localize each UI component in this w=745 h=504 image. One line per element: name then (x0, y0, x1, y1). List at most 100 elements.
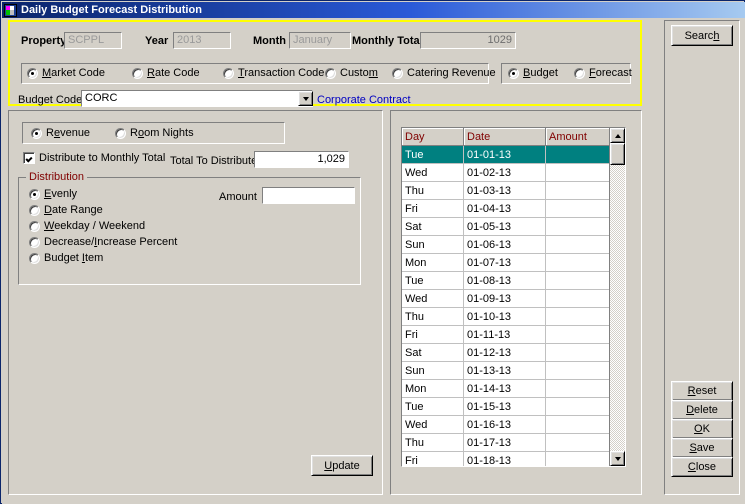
cell-date[interactable]: 01-09-13 (464, 290, 546, 308)
cell-date[interactable]: 01-18-13 (464, 452, 546, 467)
table-row[interactable]: Thu01-10-13 (402, 308, 611, 326)
cell-date[interactable]: 01-16-13 (464, 416, 546, 434)
cell-day[interactable]: Thu (402, 434, 464, 452)
cell-day[interactable]: Mon (402, 380, 464, 398)
scroll-down-button[interactable] (610, 451, 625, 466)
cell-amount[interactable] (546, 362, 612, 380)
table-row[interactable]: Tue01-01-13 (402, 146, 611, 164)
search-button[interactable]: Search (671, 25, 733, 46)
table-row[interactable]: Sat01-05-13 (402, 218, 611, 236)
cell-day[interactable]: Sun (402, 236, 464, 254)
cell-day[interactable]: Tue (402, 146, 464, 164)
scrollbar-thumb[interactable] (610, 143, 625, 165)
property-field[interactable]: SCPPL (64, 32, 122, 49)
cell-amount[interactable] (546, 434, 612, 452)
radio-budget-item[interactable]: Budget Item (29, 252, 103, 264)
cell-date[interactable]: 01-14-13 (464, 380, 546, 398)
cell-date[interactable]: 01-03-13 (464, 182, 546, 200)
cell-date[interactable]: 01-08-13 (464, 272, 546, 290)
cell-amount[interactable] (546, 272, 612, 290)
update-button[interactable]: Update (311, 455, 373, 476)
cell-amount[interactable] (546, 416, 612, 434)
daily-amounts-grid[interactable]: Day Date Amount Tue01-01-13Wed01-02-13Th… (401, 127, 626, 467)
cell-amount[interactable] (546, 164, 612, 182)
cell-amount[interactable] (546, 380, 612, 398)
table-row[interactable]: Wed01-02-13 (402, 164, 611, 182)
cell-day[interactable]: Tue (402, 272, 464, 290)
table-row[interactable]: Thu01-03-13 (402, 182, 611, 200)
cell-day[interactable]: Fri (402, 326, 464, 344)
radio-rate-code[interactable]: Rate Code (132, 67, 200, 79)
cell-day[interactable]: Thu (402, 308, 464, 326)
cell-amount[interactable] (546, 452, 612, 467)
cell-day[interactable]: Sun (402, 362, 464, 380)
total-to-distribute-field[interactable]: 1,029 (254, 151, 349, 168)
cell-amount[interactable] (546, 254, 612, 272)
cell-day[interactable]: Wed (402, 290, 464, 308)
cell-date[interactable]: 01-04-13 (464, 200, 546, 218)
radio-budget[interactable]: Budget (508, 67, 558, 79)
table-row[interactable]: Sun01-06-13 (402, 236, 611, 254)
cell-amount[interactable] (546, 236, 612, 254)
cell-date[interactable]: 01-01-13 (464, 146, 546, 164)
cell-day[interactable]: Wed (402, 164, 464, 182)
radio-custom[interactable]: Custom (325, 67, 378, 79)
grid-col-amount[interactable]: Amount (546, 128, 612, 146)
cell-amount[interactable] (546, 200, 612, 218)
cell-day[interactable]: Wed (402, 416, 464, 434)
monthly-total-field[interactable]: 1029 (420, 32, 516, 49)
cell-amount[interactable] (546, 398, 612, 416)
year-field[interactable]: 2013 (173, 32, 231, 49)
close-button[interactable]: Close (671, 457, 733, 477)
table-row[interactable]: Mon01-07-13 (402, 254, 611, 272)
cell-amount[interactable] (546, 290, 612, 308)
scrollbar-track[interactable] (610, 143, 625, 451)
cell-date[interactable]: 01-13-13 (464, 362, 546, 380)
radio-forecast[interactable]: Forecast (574, 67, 632, 79)
cell-day[interactable]: Thu (402, 182, 464, 200)
radio-weekday-weekend[interactable]: Weekday / Weekend (29, 220, 145, 232)
grid-vertical-scrollbar[interactable] (609, 128, 625, 466)
cell-day[interactable]: Sat (402, 344, 464, 362)
table-row[interactable]: Fri01-04-13 (402, 200, 611, 218)
cell-date[interactable]: 01-07-13 (464, 254, 546, 272)
radio-room-nights[interactable]: Room Nights (115, 127, 194, 139)
ok-button[interactable]: OK (671, 419, 733, 439)
table-row[interactable]: Wed01-09-13 (402, 290, 611, 308)
grid-col-day[interactable]: Day (402, 128, 464, 146)
radio-date-range[interactable]: Date Range (29, 204, 103, 216)
radio-transaction-code[interactable]: Transaction Code (223, 67, 324, 79)
cell-date[interactable]: 01-06-13 (464, 236, 546, 254)
cell-amount[interactable] (546, 182, 612, 200)
cell-amount[interactable] (546, 308, 612, 326)
table-row[interactable]: Wed01-16-13 (402, 416, 611, 434)
save-button[interactable]: Save (671, 438, 733, 458)
month-field[interactable]: January (289, 32, 351, 49)
cell-date[interactable]: 01-12-13 (464, 344, 546, 362)
budget-code-dropdown-button[interactable] (298, 91, 313, 106)
reset-button[interactable]: Reset (671, 381, 733, 401)
amount-field[interactable] (262, 187, 355, 204)
cell-date[interactable]: 01-15-13 (464, 398, 546, 416)
cell-date[interactable]: 01-02-13 (464, 164, 546, 182)
table-row[interactable]: Sun01-13-13 (402, 362, 611, 380)
cell-day[interactable]: Mon (402, 254, 464, 272)
distribute-to-monthly-total-checkbox[interactable]: Distribute to Monthly Total (23, 152, 165, 164)
table-row[interactable]: Thu01-17-13 (402, 434, 611, 452)
budget-code-description[interactable]: Corporate Contract (317, 94, 411, 106)
grid-col-date[interactable]: Date (464, 128, 546, 146)
radio-evenly[interactable]: Evenly (29, 188, 77, 200)
radio-decrease-increase-percent[interactable]: Decrease/Increase Percent (29, 236, 177, 248)
cell-date[interactable]: 01-05-13 (464, 218, 546, 236)
cell-date[interactable]: 01-17-13 (464, 434, 546, 452)
table-row[interactable]: Sat01-12-13 (402, 344, 611, 362)
cell-day[interactable]: Tue (402, 398, 464, 416)
budget-code-field[interactable]: CORC (81, 90, 313, 107)
cell-day[interactable]: Fri (402, 200, 464, 218)
cell-amount[interactable] (546, 218, 612, 236)
cell-amount[interactable] (546, 146, 612, 164)
table-row[interactable]: Mon01-14-13 (402, 380, 611, 398)
cell-date[interactable]: 01-10-13 (464, 308, 546, 326)
cell-day[interactable]: Sat (402, 218, 464, 236)
cell-amount[interactable] (546, 344, 612, 362)
